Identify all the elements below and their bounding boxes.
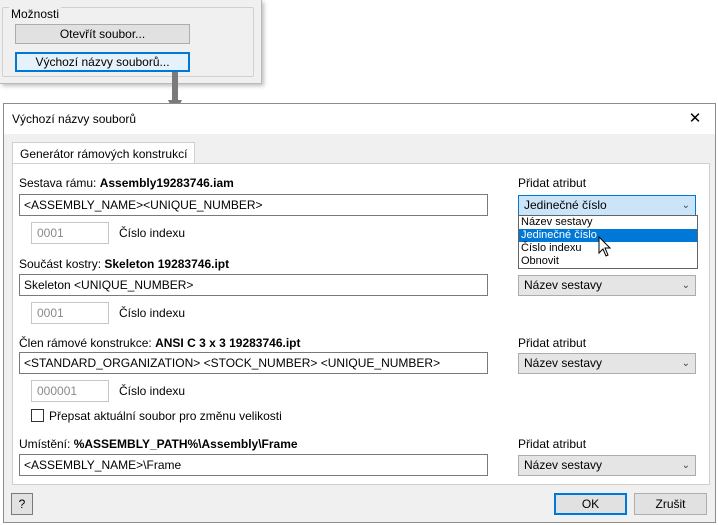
assembly-filename: Assembly19283746.iam bbox=[99, 176, 234, 190]
dropdown-item-assembly-name[interactable]: Název sestavy bbox=[519, 216, 697, 229]
add-attribute-label-1: Přidat atribut bbox=[518, 176, 587, 190]
member-template-input[interactable]: <STANDARD_ORGANIZATION> <STOCK_NUMBER> <… bbox=[19, 352, 488, 374]
location-template-input[interactable]: <ASSEMBLY_NAME>\Frame bbox=[19, 454, 488, 476]
member-filename: ANSI C 3 x 3 19283746.ipt bbox=[155, 336, 301, 350]
options-group: Možnosti Otevřít soubor... Výchozí názvy… bbox=[2, 7, 254, 77]
open-file-button[interactable]: Otevřít soubor... bbox=[15, 24, 190, 44]
skeleton-index-label: Číslo indexu bbox=[119, 306, 186, 320]
skeleton-index-input[interactable]: 0001 bbox=[31, 302, 109, 324]
add-attribute-label-3: Přidat atribut bbox=[518, 437, 587, 451]
assembly-index-label: Číslo indexu bbox=[119, 226, 186, 240]
member-index-label: Číslo indexu bbox=[119, 384, 186, 398]
member-attribute-select[interactable]: Název sestavy ⌄ bbox=[518, 353, 696, 374]
location-attribute-value: Název sestavy bbox=[524, 458, 603, 472]
dialog-title: Výchozí názvy souborů bbox=[12, 112, 137, 126]
chevron-down-icon: ⌄ bbox=[681, 358, 690, 369]
skeleton-attribute-value: Název sestavy bbox=[524, 278, 603, 292]
options-legend: Možnosti bbox=[9, 7, 62, 21]
overwrite-resize-checkbox[interactable] bbox=[31, 409, 44, 422]
location-label: Umístění: %ASSEMBLY_PATH%\Assembly\Frame bbox=[19, 437, 298, 451]
assembly-label: Sestava rámu: Assembly19283746.iam bbox=[19, 176, 234, 190]
overwrite-resize-label: Přepsat aktuální soubor pro změnu veliko… bbox=[49, 409, 282, 423]
assembly-attribute-value: Jedinečné číslo bbox=[524, 198, 607, 212]
chevron-down-icon: ⌄ bbox=[681, 460, 690, 471]
member-label-text: Člen rámové konstrukce: bbox=[19, 336, 152, 350]
chevron-down-icon: ⌄ bbox=[681, 280, 690, 291]
default-file-names-dialog: Výchozí názvy souborů ✕ Generátor rámový… bbox=[3, 103, 716, 523]
tab-frame-generator[interactable]: Generátor rámových konstrukcí bbox=[12, 142, 196, 164]
assembly-template-input[interactable]: <ASSEMBLY_NAME><UNIQUE_NUMBER> bbox=[19, 194, 488, 216]
help-button[interactable]: ? bbox=[11, 493, 33, 515]
member-label: Člen rámové konstrukce: ANSI C 3 x 3 192… bbox=[19, 336, 301, 350]
skeleton-label-text: Součást kostry: bbox=[19, 257, 102, 271]
location-attribute-select[interactable]: Název sestavy ⌄ bbox=[518, 455, 696, 476]
assembly-index-input[interactable]: 0001 bbox=[31, 222, 109, 244]
add-attribute-label-2: Přidat atribut bbox=[518, 336, 587, 350]
mouse-cursor-icon bbox=[598, 236, 612, 257]
dialog-titlebar: Výchozí názvy souborů ✕ bbox=[4, 104, 715, 134]
assembly-label-text: Sestava rámu: bbox=[19, 176, 97, 190]
options-panel: Možnosti Otevřít soubor... Výchozí názvy… bbox=[0, 0, 262, 84]
location-path: %ASSEMBLY_PATH%\Assembly\Frame bbox=[73, 437, 298, 451]
member-attribute-value: Název sestavy bbox=[524, 356, 603, 370]
member-index-input[interactable]: 000001 bbox=[31, 380, 109, 402]
assembly-attribute-select[interactable]: Jedinečné číslo ⌄ bbox=[518, 195, 696, 216]
ok-button[interactable]: OK bbox=[554, 493, 627, 515]
skeleton-filename: Skeleton 19283746.ipt bbox=[104, 257, 230, 271]
skeleton-template-input[interactable]: Skeleton <UNIQUE_NUMBER> bbox=[19, 274, 488, 296]
skeleton-label: Součást kostry: Skeleton 19283746.ipt bbox=[19, 257, 229, 271]
chevron-down-icon: ⌄ bbox=[681, 200, 690, 211]
default-file-names-button[interactable]: Výchozí názvy souborů... bbox=[15, 52, 190, 72]
location-label-text: Umístění: bbox=[19, 437, 71, 451]
cancel-button[interactable]: Zrušit bbox=[634, 493, 707, 515]
tab-panel: Sestava rámu: Assembly19283746.iam Přida… bbox=[12, 163, 710, 485]
skeleton-attribute-select[interactable]: Název sestavy ⌄ bbox=[518, 275, 696, 296]
close-icon[interactable]: ✕ bbox=[675, 104, 715, 134]
